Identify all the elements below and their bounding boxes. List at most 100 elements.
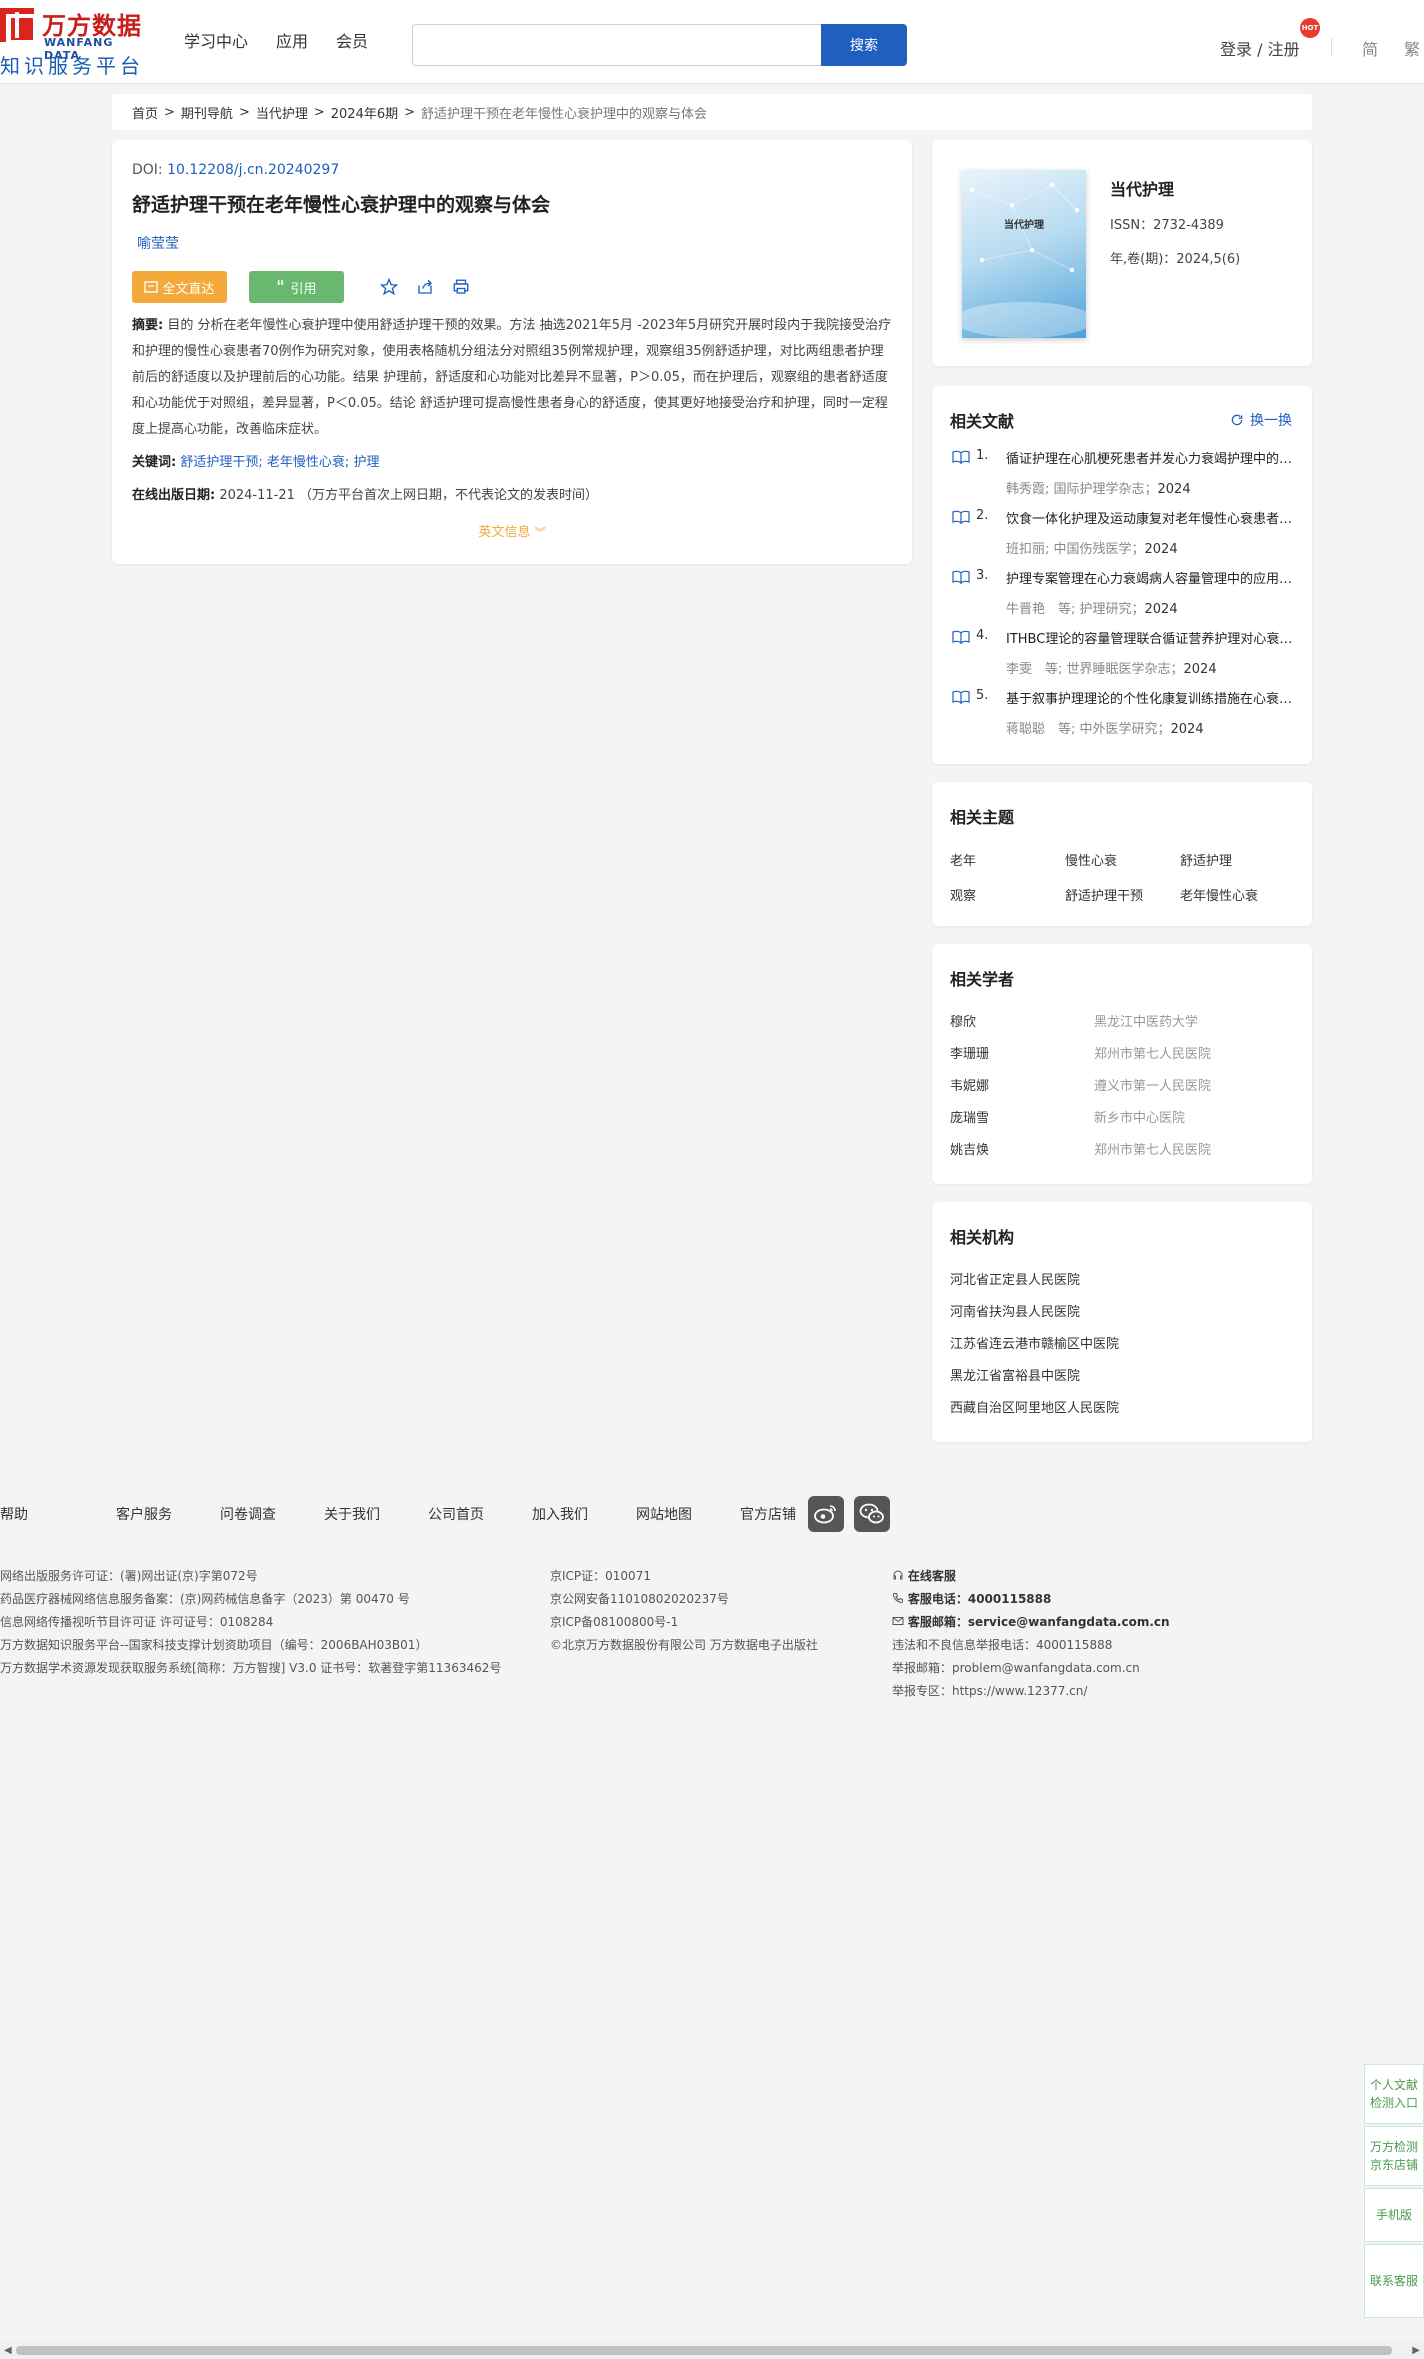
topic-link[interactable]: 舒适护理干预 [1065,885,1180,904]
scholar-name-link[interactable]: 穆欣 [950,1011,1094,1030]
footer-help-link[interactable]: 帮助 [0,1504,28,1524]
ref-title-link[interactable]: 护理专案管理在心力衰竭病人容量管理中的应用效果 [1006,568,1296,587]
nav-apps[interactable]: 应用 [276,28,308,52]
scholar-affil-link[interactable]: 郑州市第七人民医院 [1094,1139,1211,1158]
report-email[interactable]: 举报邮箱：problem@wanfangdata.com.cn [892,1657,1170,1680]
scholar-affil-link[interactable]: 郑州市第七人民医院 [1094,1043,1211,1062]
related-scholars-card: 相关学者 穆欣 黑龙江中医药大学 李珊珊 郑州市第七人民医院 韦妮娜 遵义市第一人民医… [932,944,1312,1184]
breadcrumb-journal-nav[interactable]: 期刊导航 [181,103,233,122]
org-link[interactable]: 河北省正定县人民医院 [950,1262,1294,1294]
org-link[interactable]: 江苏省连云港市赣榆区中医院 [950,1326,1294,1358]
list-item[interactable]: 4. ITHBC理论的容量管理联合循证营养护理对心衰患者的影响 李雯 等; 世界… [950,620,1296,680]
license-line: 万方数据学术资源发现获取服务系统[简称：万方智搜] V3.0 证书号：软著登字第… [0,1661,502,1675]
report-site[interactable]: 举报专区：https://www.12377.cn/ [892,1680,1170,1703]
scholar-name-link[interactable]: 李珊珊 [950,1043,1094,1062]
keyword-sep: ; [344,455,350,470]
footer-license-col: 网络出版服务许可证：(署)网出证(京)字第072号 药品医疗器械网络信息服务备案… [0,1565,501,1680]
ref-title-link[interactable]: ITHBC理论的容量管理联合循证营养护理对心衰患者的影响 [1006,628,1296,647]
list-item[interactable]: 2. 饮食一体化护理及运动康复对老年慢性心衰患者的影响 班扣丽; 中国伤残医学；… [950,500,1296,560]
scholar-affil-link[interactable]: 新乡市中心医院 [1094,1107,1185,1126]
scholar-affil-link[interactable]: 黑龙江中医药大学 [1094,1011,1198,1030]
scholar-name-link[interactable]: 庞瑞雪 [950,1107,1094,1126]
topic-link[interactable]: 慢性心衰 [1065,850,1180,869]
journal-name-link[interactable]: 当代护理 [1110,176,1174,200]
wechat-icon[interactable] [854,1496,890,1532]
float-contact-button[interactable]: 联系客服 [1364,2244,1424,2318]
share-icon[interactable] [414,276,436,298]
topic-link[interactable]: 舒适护理 [1180,850,1295,869]
logo-mark-icon [0,8,37,44]
topic-link[interactable]: 老年 [950,850,1065,869]
org-link[interactable]: 黑龙江省富裕县中医院 [950,1358,1294,1390]
full-text-button[interactable]: 全文直达 [132,271,227,303]
lang-simplified-link[interactable]: 简 [1362,36,1378,60]
footer-company-home-link[interactable]: 公司首页 [428,1504,484,1524]
refresh-icon [1231,414,1243,426]
footer-official-store-link[interactable]: 官方店铺 [740,1504,796,1524]
scholar-row: 姚吉焕 郑州市第七人民医院 [950,1132,1294,1164]
english-info-toggle[interactable]: 英文信息 ︾ [132,521,892,540]
lang-traditional-link[interactable]: 繁 [1404,36,1420,60]
related-orgs-card: 相关机构 河北省正定县人民医院 河南省扶沟县人民医院 江苏省连云港市赣榆区中医院… [932,1202,1312,1442]
pubdate-label: 在线出版日期: [132,488,216,503]
wanfang-logo[interactable]: 万方数据 WANFANG DATA 知识服务平台 [0,6,152,78]
email-value[interactable]: service@wanfangdata.com.cn [968,1615,1170,1629]
float-jd-store-button[interactable]: 万方检测京东店铺 [1364,2126,1424,2186]
search-input[interactable] [412,24,822,66]
ref-number: 2. [976,508,989,523]
ref-title-link[interactable]: 基于叙事护理理论的个性化康复训练措施在心衰患者中的应用 [1006,688,1296,707]
search-button[interactable]: 搜索 [821,24,907,66]
online-service-link[interactable]: 在线客服 [892,1565,1170,1588]
list-item[interactable]: 1. 循证护理在心肌梗死患者并发心力衰竭护理中的应用 韩秀霞; 国际护理学杂志；… [950,440,1296,500]
weibo-icon[interactable] [808,1496,844,1532]
scholar-name-link[interactable]: 韦妮娜 [950,1075,1094,1094]
footer-about-link[interactable]: 关于我们 [324,1504,380,1524]
double-chevron-down-icon: ︾ [534,526,546,539]
float-mobile-button[interactable]: 手机版 [1364,2188,1424,2242]
journal-cover[interactable]: 当代护理 [962,170,1086,338]
author-link[interactable]: 喻莹莹 [137,233,892,253]
scroll-right-icon[interactable]: ▶ [1412,2345,1420,2356]
breadcrumb-home[interactable]: 首页 [132,103,158,122]
org-link[interactable]: 西藏自治区阿里地区人民医院 [950,1390,1294,1422]
icp-line[interactable]: 京ICP证：010071 [550,1565,818,1588]
scroll-left-icon[interactable]: ◀ [4,2345,12,2356]
ref-title-link[interactable]: 循证护理在心肌梗死患者并发心力衰竭护理中的应用 [1006,448,1296,467]
float-personal-check-button[interactable]: 个人文献检测入口 [1364,2064,1424,2124]
login-register-link[interactable]: 登录 / 注册 [1220,36,1300,60]
print-icon[interactable] [450,276,472,298]
topic-link[interactable]: 老年慢性心衰 [1180,885,1295,904]
ref-meta: 韩秀霞; 国际护理学杂志；2024 [1006,478,1191,497]
icp-line[interactable]: 京公网安备11010802020237号 [550,1588,818,1611]
license-line: 信息网络传播视听节目许可证 许可证号：0108284 [0,1615,274,1629]
book-icon [952,510,970,524]
phone-line: 客服电话：4000115888 [892,1588,1170,1611]
topic-link[interactable]: 观察 [950,885,1065,904]
scroll-thumb[interactable] [16,2346,1392,2355]
breadcrumb-sep: > [238,104,250,120]
refresh-button[interactable]: 换一换 [1230,410,1292,430]
keyword-link[interactable]: 老年慢性心衰 [267,455,345,470]
horizontal-scrollbar[interactable]: ◀ ▶ [0,2342,1424,2359]
footer-customer-service-link[interactable]: 客户服务 [116,1504,172,1524]
favorite-star-icon[interactable] [378,276,400,298]
scholar-name-link[interactable]: 姚吉焕 [950,1139,1094,1158]
list-item[interactable]: 5. 基于叙事护理理论的个性化康复训练措施在心衰患者中的应用 蒋聪聪 等; 中外… [950,680,1296,740]
doi-link[interactable]: 10.12208/j.cn.20240297 [167,162,339,178]
cite-button[interactable]: “ 引用 [249,271,344,303]
nav-learning-center[interactable]: 学习中心 [184,28,248,52]
breadcrumb-journal[interactable]: 当代护理 [256,103,308,122]
footer-sitemap-link[interactable]: 网站地图 [636,1504,692,1524]
icp-line[interactable]: 京ICP备08100800号-1 [550,1611,818,1634]
ref-title-link[interactable]: 饮食一体化护理及运动康复对老年慢性心衰患者的影响 [1006,508,1296,527]
org-link[interactable]: 河南省扶沟县人民医院 [950,1294,1294,1326]
scholar-affil-link[interactable]: 遵义市第一人民医院 [1094,1075,1211,1094]
nav-membership[interactable]: 会员 [336,28,368,52]
article-title: 舒适护理干预在老年慢性心衰护理中的观察与体会 [132,194,551,216]
footer-survey-link[interactable]: 问卷调查 [220,1504,276,1524]
list-item[interactable]: 3. 护理专案管理在心力衰竭病人容量管理中的应用效果 牛晋艳 等; 护理研究；2… [950,560,1296,620]
breadcrumb-issue[interactable]: 2024年6期 [331,103,398,122]
keyword-link[interactable]: 舒适护理干预 [180,455,258,470]
footer-join-link[interactable]: 加入我们 [532,1504,588,1524]
keyword-link[interactable]: 护理 [353,455,379,470]
